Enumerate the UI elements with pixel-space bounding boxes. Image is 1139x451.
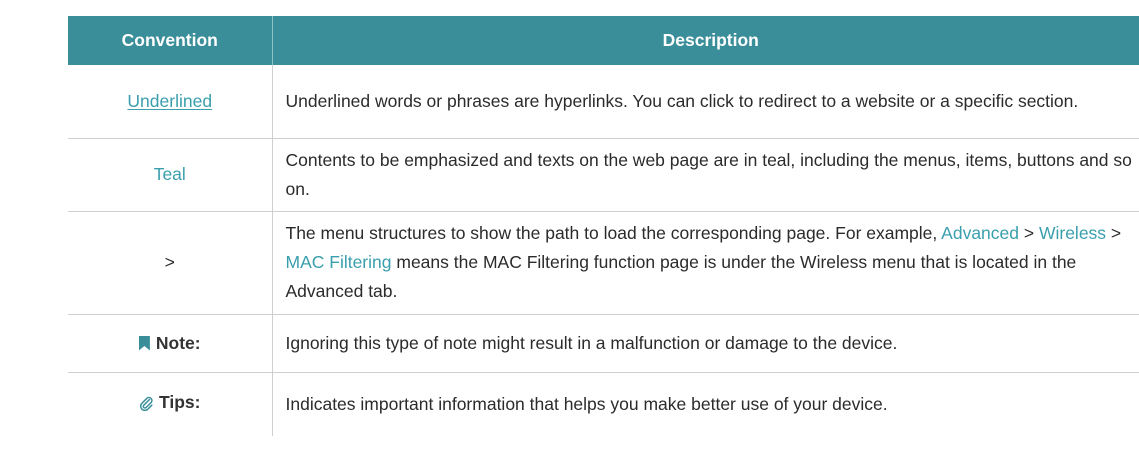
table-row: Tips: Indicates important information th… — [68, 372, 1139, 436]
convention-cell: Tips: — [68, 372, 272, 436]
description-cell: The menu structures to show the path to … — [271, 211, 1139, 315]
paperclip-icon — [139, 391, 153, 420]
convention-cell: > — [68, 211, 272, 315]
menu-path-advanced: Advanced — [941, 223, 1020, 243]
description-cell: Underlined words or phrases are hyperlin… — [271, 65, 1139, 139]
description-intro: The menu structures to show the path to … — [285, 223, 938, 243]
teal-sample-text: Teal — [153, 164, 186, 184]
table-row: > The menu structures to show the path t… — [68, 211, 1139, 315]
menu-path-wireless: Wireless — [1038, 223, 1107, 243]
convention-column-header: Convention — [68, 16, 272, 65]
convention-cell: Note: — [68, 314, 272, 373]
note-label: Note: — [155, 332, 201, 353]
conventions-table: Convention Description Underlined Underl… — [68, 16, 1139, 436]
convention-cell: Underlined — [68, 65, 272, 139]
description-column-header: Description — [271, 16, 1139, 65]
path-separator: > — [1106, 223, 1122, 243]
description-tail: means the MAC Filtering function page is… — [285, 252, 1077, 301]
table-row: Teal Contents to be emphasized and texts… — [68, 138, 1139, 212]
table-row: Underlined Underlined words or phrases a… — [68, 65, 1139, 139]
menu-path-mac-filtering: MAC Filtering — [285, 252, 392, 272]
table-row: Note: Ignoring this type of note might r… — [68, 314, 1139, 373]
tips-label: Tips: — [159, 392, 201, 413]
underlined-link[interactable]: Underlined — [127, 91, 212, 111]
description-cell: Indicates important information that hel… — [271, 372, 1139, 436]
path-separator: > — [1019, 223, 1039, 243]
bookmark-icon — [138, 335, 150, 351]
convention-cell: Teal — [68, 138, 272, 212]
description-cell: Contents to be emphasized and texts on t… — [271, 138, 1139, 212]
description-cell: Ignoring this type of note might result … — [271, 314, 1139, 373]
conventions-page: Convention Description Underlined Underl… — [0, 0, 1139, 451]
table-header-row: Convention Description — [68, 16, 1139, 65]
